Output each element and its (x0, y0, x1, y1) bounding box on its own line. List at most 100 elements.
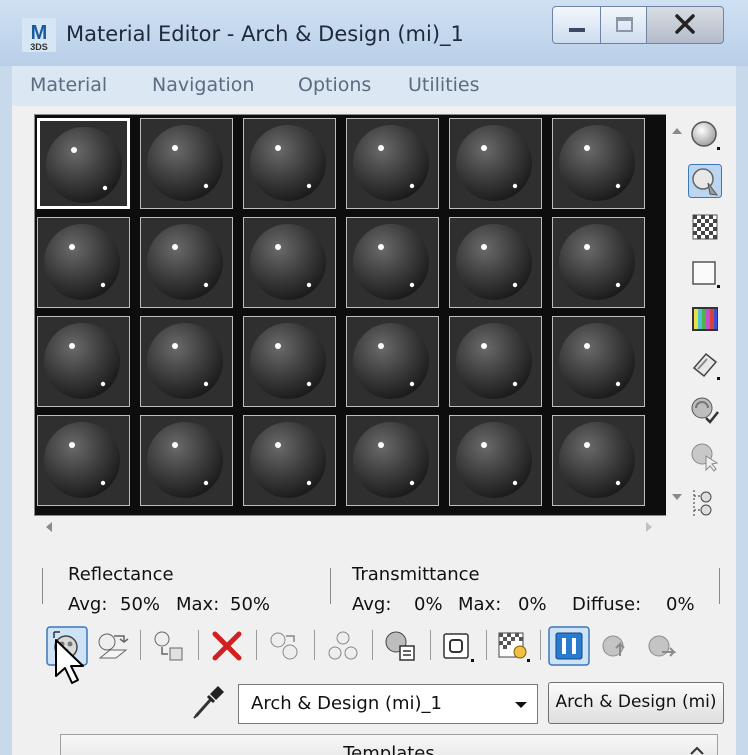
transmittance-max-label: Max: (458, 594, 502, 615)
material-type-label: Arch & Design (mi) (555, 692, 717, 712)
material-id-channel-icon[interactable] (436, 626, 478, 666)
material-sphere-icon (553, 416, 644, 505)
menu-options[interactable]: Options (298, 74, 371, 96)
sample-slot[interactable] (449, 217, 542, 308)
put-to-scene-icon[interactable] (92, 626, 134, 666)
material-map-navigator-icon[interactable] (688, 486, 722, 520)
sample-slot[interactable] (346, 217, 439, 308)
chevron-down-icon[interactable] (511, 695, 531, 715)
sample-slot[interactable] (243, 316, 336, 407)
toolbar-separator (540, 630, 541, 660)
editor-panel: Reflectance Avg: 50% Max: 50% Transmitta… (12, 106, 736, 755)
transmittance-max-value: 0% (518, 594, 547, 615)
show-map-in-viewport-icon[interactable] (492, 626, 534, 666)
sample-slot[interactable] (449, 415, 542, 506)
menu-material[interactable]: Material (30, 74, 107, 96)
scroll-left-icon[interactable] (38, 516, 60, 538)
menu-bar: Material Navigation Options Utilities (12, 66, 736, 107)
material-sphere-icon (553, 218, 644, 307)
material-sphere-icon (38, 317, 129, 406)
sample-slot[interactable] (140, 118, 233, 209)
reflectance-max-value: 50% (230, 594, 271, 615)
vertical-scrollbar[interactable] (666, 114, 688, 516)
3ds-max-app-icon: M 3DS (22, 18, 56, 52)
go-to-parent-icon[interactable] (596, 626, 638, 666)
sample-slot[interactable] (140, 316, 233, 407)
close-button[interactable] (646, 6, 724, 44)
transmittance-diffuse-label: Diffuse: (572, 594, 642, 615)
svg-text:M: M (31, 22, 48, 44)
toolbar-separator (256, 630, 257, 660)
sample-slot[interactable] (37, 217, 130, 308)
sample-slot[interactable] (37, 316, 130, 407)
sample-slot[interactable] (140, 415, 233, 506)
scroll-down-icon[interactable] (666, 486, 688, 508)
group-divider-left (42, 568, 43, 604)
pick-material-from-object-icon[interactable] (190, 682, 228, 722)
collapse-rollout-icon[interactable] (687, 741, 707, 755)
transmittance-avg-label: Avg: (352, 594, 392, 615)
sample-slot[interactable] (449, 316, 542, 407)
minimize-button[interactable] (552, 6, 602, 44)
scroll-up-icon[interactable] (666, 120, 688, 142)
sample-slot[interactable] (243, 118, 336, 209)
material-sphere-icon (244, 317, 335, 406)
video-color-check-icon[interactable] (688, 302, 722, 336)
material-name-field[interactable]: Arch & Design (mi)_1 (238, 684, 538, 724)
backlight-icon[interactable] (688, 164, 722, 198)
reflectance-avg-value: 50% (120, 594, 161, 615)
sample-slot[interactable] (552, 415, 645, 506)
sample-slot[interactable] (37, 415, 130, 506)
material-editor-window: M 3DS Material Editor - Arch & Design (m… (0, 0, 748, 755)
title-bar: M 3DS Material Editor - Arch & Design (m… (0, 0, 748, 66)
mouse-cursor-icon (55, 639, 84, 684)
sample-slot[interactable] (346, 415, 439, 506)
sample-slot[interactable] (243, 415, 336, 506)
assign-to-selection-icon[interactable] (148, 626, 190, 666)
sample-slot[interactable] (346, 316, 439, 407)
material-sphere-icon (347, 119, 438, 208)
sample-slot[interactable] (552, 316, 645, 407)
material-sphere-icon (347, 416, 438, 505)
templates-rollout-header[interactable]: Templates (60, 734, 718, 755)
sample-slot[interactable] (37, 118, 130, 209)
material-sphere-icon (40, 121, 127, 206)
sample-slot-grid (34, 114, 668, 516)
material-sphere-icon (38, 218, 129, 307)
make-preview-icon[interactable] (688, 348, 722, 382)
toolbar-separator (314, 630, 315, 660)
material-sphere-icon (450, 218, 541, 307)
put-to-library-icon[interactable] (380, 626, 422, 666)
copy-material-icon[interactable] (264, 626, 306, 666)
sample-sphere-icon[interactable] (688, 118, 722, 152)
show-end-result-icon[interactable] (548, 626, 590, 666)
go-forward-to-sibling-icon[interactable] (642, 626, 684, 666)
menu-navigation[interactable]: Navigation (152, 74, 254, 96)
scroll-right-icon[interactable] (638, 516, 660, 538)
toolbar-separator (198, 630, 199, 660)
reflectance-avg-label: Avg: (68, 594, 108, 615)
sample-slot[interactable] (552, 217, 645, 308)
material-type-button[interactable]: Arch & Design (mi) (548, 682, 724, 724)
reset-map-icon[interactable] (206, 626, 248, 666)
checker-background-icon[interactable] (688, 210, 722, 244)
material-sphere-icon (38, 416, 129, 505)
sample-slot[interactable] (140, 217, 233, 308)
material-sphere-icon (141, 317, 232, 406)
sample-slot[interactable] (449, 118, 542, 209)
make-unique-icon[interactable] (322, 626, 364, 666)
material-sphere-icon (347, 218, 438, 307)
sample-uv-tiling-icon[interactable] (688, 256, 722, 290)
menu-utilities[interactable]: Utilities (408, 74, 480, 96)
maximize-button[interactable] (600, 6, 648, 44)
select-by-material-icon[interactable] (688, 440, 722, 474)
sample-slot[interactable] (346, 118, 439, 209)
material-sphere-icon (141, 218, 232, 307)
toolbar-separator (140, 630, 141, 660)
material-sphere-icon (450, 317, 541, 406)
horizontal-scrollbar[interactable] (34, 516, 666, 538)
options-icon[interactable] (688, 394, 722, 428)
maximize-icon (616, 17, 633, 32)
sample-slot[interactable] (552, 118, 645, 209)
sample-slot[interactable] (243, 217, 336, 308)
